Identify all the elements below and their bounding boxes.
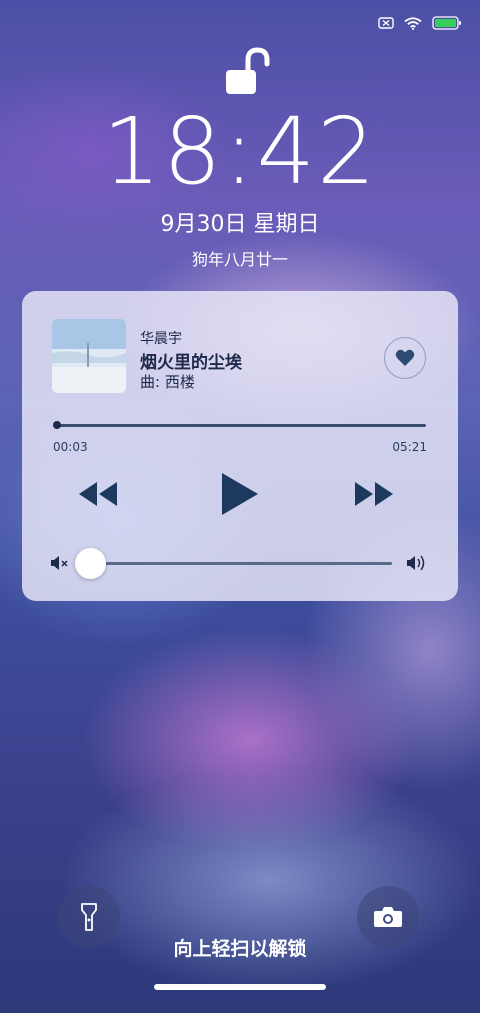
volume-max-icon bbox=[407, 555, 425, 571]
song-title: 烟火里的尘埃 bbox=[140, 353, 242, 373]
home-indicator[interactable] bbox=[154, 984, 326, 990]
total-time: 05:21 bbox=[392, 440, 427, 454]
camera-icon bbox=[374, 907, 402, 927]
artist-name: 华晨宇 bbox=[140, 331, 182, 347]
album-art bbox=[52, 319, 126, 393]
unlocked-padlock-icon bbox=[226, 47, 270, 94]
volume-slider-track[interactable] bbox=[92, 562, 392, 565]
composer-label: 曲: 西楼 bbox=[140, 373, 195, 391]
clock-time: 18:42 bbox=[102, 98, 378, 205]
media-player-card: 华晨宇 烟火里的尘埃 曲: 西楼 00:03 05:21 bbox=[22, 291, 458, 601]
battery-icon bbox=[432, 16, 461, 30]
flashlight-icon bbox=[81, 903, 97, 931]
wifi-icon bbox=[404, 16, 422, 30]
favorite-button[interactable] bbox=[384, 337, 426, 379]
current-time: 00:03 bbox=[53, 440, 88, 454]
rewind-icon[interactable] bbox=[78, 481, 118, 507]
progress-handle[interactable] bbox=[53, 421, 61, 429]
album-cover[interactable] bbox=[52, 319, 126, 393]
lunar-date-label: 狗年八月廿一 bbox=[191, 250, 288, 269]
status-bar bbox=[378, 16, 462, 30]
sim-x-icon bbox=[378, 17, 394, 29]
heart-icon bbox=[395, 349, 415, 366]
unlock-hint: 向上轻扫以解锁 bbox=[173, 938, 307, 960]
volume-slider-handle[interactable] bbox=[75, 548, 106, 579]
volume-mute-icon bbox=[51, 556, 68, 570]
play-icon[interactable] bbox=[220, 471, 260, 517]
fast-forward-icon[interactable] bbox=[354, 481, 394, 507]
date-label: 9月30日 星期日 bbox=[160, 212, 320, 237]
progress-track[interactable] bbox=[56, 424, 426, 427]
